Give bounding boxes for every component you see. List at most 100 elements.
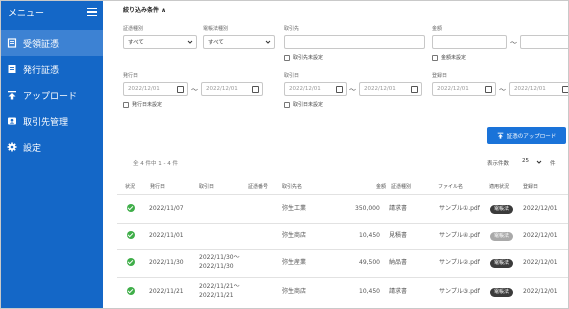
contact-card-icon	[8, 117, 16, 125]
sidebar: メニュー 受領証憑 発行証憑 アップロード 取引先管理 設定	[1, 1, 103, 308]
table-row[interactable]: 2022/11/21 2022/11/21〜 2022/11/21 弥生商店 1…	[103, 278, 568, 306]
doc-type-cell: 請求書	[389, 205, 408, 212]
table-row[interactable]: 2022/11/01 弥生商店 10,450 見積書 サンプル④.pdf 電帳法…	[103, 224, 568, 252]
column-header-amount[interactable]: 金額	[376, 183, 386, 190]
issue-date-to-input[interactable]: 2022/12/01	[201, 82, 263, 96]
partner-cell: 弥生商店	[282, 232, 307, 239]
checkbox-label: 発行日未設定	[132, 102, 163, 108]
checkbox-box[interactable]	[432, 54, 438, 61]
filter-toggle[interactable]: 絞り込み条件 ∧	[123, 5, 166, 14]
doc-type-select[interactable]: すべて	[123, 35, 197, 49]
range-separator: 〜	[510, 39, 517, 47]
file-name-cell[interactable]: サンプル①.pdf	[439, 205, 480, 213]
registration-date-from-input[interactable]: 2022/12/01	[432, 82, 496, 96]
compliance-badge: 電帳法	[490, 288, 514, 297]
checkbox-box[interactable]	[284, 54, 290, 61]
trade-date-to-input[interactable]: 2022/12/01	[359, 82, 422, 96]
compliance-type-select[interactable]: すべて	[203, 35, 275, 49]
per-page-select[interactable]: 25	[522, 158, 529, 164]
checkbox-label: 取引先未設定	[293, 55, 324, 61]
doc-type-cell: 見積書	[389, 232, 408, 239]
chevron-down-icon	[265, 40, 271, 44]
trade-date-from-input[interactable]: 2022/12/01	[284, 82, 347, 96]
partner-cell: 弥生商店	[282, 288, 307, 295]
sidebar-item-label: 設定	[23, 143, 42, 154]
status-ok-icon	[127, 258, 135, 266]
column-header-compliance[interactable]: 適用状況	[489, 183, 509, 190]
checkbox-box[interactable]	[123, 101, 129, 108]
checkbox-label: 金額未設定	[441, 55, 467, 61]
issue-date-cell: 2022/11/21	[149, 288, 184, 295]
issue-date-label: 発行日	[123, 73, 139, 79]
issue-date-cell: 2022/11/01	[149, 232, 184, 239]
sidebar-item-upload[interactable]: アップロード	[1, 82, 103, 108]
calendar-icon[interactable]	[562, 86, 568, 93]
status-ok-icon	[127, 231, 135, 239]
compliance-badge: 電帳法	[490, 205, 514, 214]
amount-to-input[interactable]	[520, 35, 568, 49]
trade-date-label: 取引日	[284, 73, 300, 79]
partner-unset-checkbox[interactable]: 取引先未設定	[284, 54, 323, 61]
date-value: 2022/12/01	[437, 86, 469, 92]
amount-unset-checkbox[interactable]: 金額未設定	[432, 54, 466, 61]
file-name-cell[interactable]: サンプル②.pdf	[439, 259, 480, 267]
calendar-icon[interactable]	[485, 86, 492, 93]
partner-cell: 弥生産業	[282, 259, 307, 266]
table-row[interactable]: 2022/11/07 弥生工業 350,000 請求書 サンプル①.pdf 電帳…	[103, 195, 568, 223]
sidebar-item-label: アップロード	[23, 91, 78, 102]
amount-from-input[interactable]	[432, 35, 507, 49]
date-value: 2022/12/01	[364, 86, 396, 92]
issue-date-cell: 2022/11/30	[149, 259, 184, 266]
partner-cell: 弥生工業	[282, 205, 307, 212]
range-separator: 〜	[191, 86, 198, 94]
column-header-doc-number[interactable]: 証憑番号	[248, 183, 268, 190]
file-name-cell[interactable]: サンプル③.pdf	[439, 288, 480, 296]
doc-type-value: すべて	[128, 40, 144, 46]
registration-date-cell: 2022/12/01	[523, 205, 558, 212]
upload-icon	[8, 91, 16, 100]
status-ok-icon	[127, 204, 135, 212]
sidebar-item-received[interactable]: 受領証憑	[1, 30, 103, 56]
sidebar-header: メニュー	[1, 1, 103, 23]
calendar-icon[interactable]	[411, 86, 418, 93]
result-count: 全 4 件中 1 - 4 件	[133, 161, 178, 167]
calendar-icon[interactable]	[252, 86, 259, 93]
range-separator: 〜	[349, 86, 356, 94]
hamburger-menu-icon[interactable]	[87, 7, 97, 17]
partner-label: 取引先	[284, 26, 300, 32]
file-name-cell[interactable]: サンプル④.pdf	[439, 232, 480, 240]
column-header-doc-type[interactable]: 証憑種別	[391, 183, 411, 190]
date-value: 2022/12/01	[289, 86, 321, 92]
registration-date-cell: 2022/12/01	[523, 288, 558, 295]
calendar-icon[interactable]	[336, 86, 343, 93]
partner-input[interactable]	[284, 35, 425, 49]
chevron-down-icon	[187, 40, 193, 44]
checkbox-box[interactable]	[284, 101, 290, 108]
issue-date-from-input[interactable]: 2022/12/01	[123, 82, 188, 96]
sidebar-item-issued[interactable]: 発行証憑	[1, 56, 103, 82]
trade-date-end-cell: 2022/11/21	[199, 292, 234, 299]
amount-cell: 350,000	[355, 205, 380, 212]
column-header-status[interactable]: 状況	[125, 183, 135, 190]
issue-date-unset-checkbox[interactable]: 発行日未設定	[123, 101, 162, 108]
compliance-type-value: すべて	[208, 40, 224, 46]
sidebar-item-partners[interactable]: 取引先管理	[1, 108, 103, 134]
column-header-file-name[interactable]: ファイル名	[438, 183, 463, 190]
issue-document-icon	[8, 65, 16, 73]
chevron-down-icon[interactable]	[536, 159, 542, 165]
issue-date-cell: 2022/11/07	[149, 205, 184, 212]
sidebar-item-settings[interactable]: 設定	[1, 134, 103, 160]
trade-date-unset-checkbox[interactable]: 取引日未設定	[284, 101, 323, 108]
column-header-trade-date[interactable]: 取引日	[199, 183, 214, 190]
column-header-registration-date[interactable]: 登録日	[523, 183, 538, 190]
registration-date-to-input[interactable]: 2022/12/01	[509, 82, 568, 96]
date-value: 2022/12/01	[514, 86, 546, 92]
range-separator: 〜	[499, 86, 506, 94]
table-row[interactable]: 2022/11/30 2022/11/30〜 2022/11/30 弥生産業 4…	[103, 250, 568, 278]
sidebar-title: メニュー	[8, 8, 45, 19]
column-header-issue-date[interactable]: 発行日	[150, 183, 165, 190]
upload-document-button[interactable]: 証憑のアップロード	[487, 127, 566, 144]
amount-cell: 10,450	[359, 232, 380, 239]
column-header-partner[interactable]: 取引先名	[282, 183, 302, 190]
calendar-icon[interactable]	[177, 86, 184, 93]
